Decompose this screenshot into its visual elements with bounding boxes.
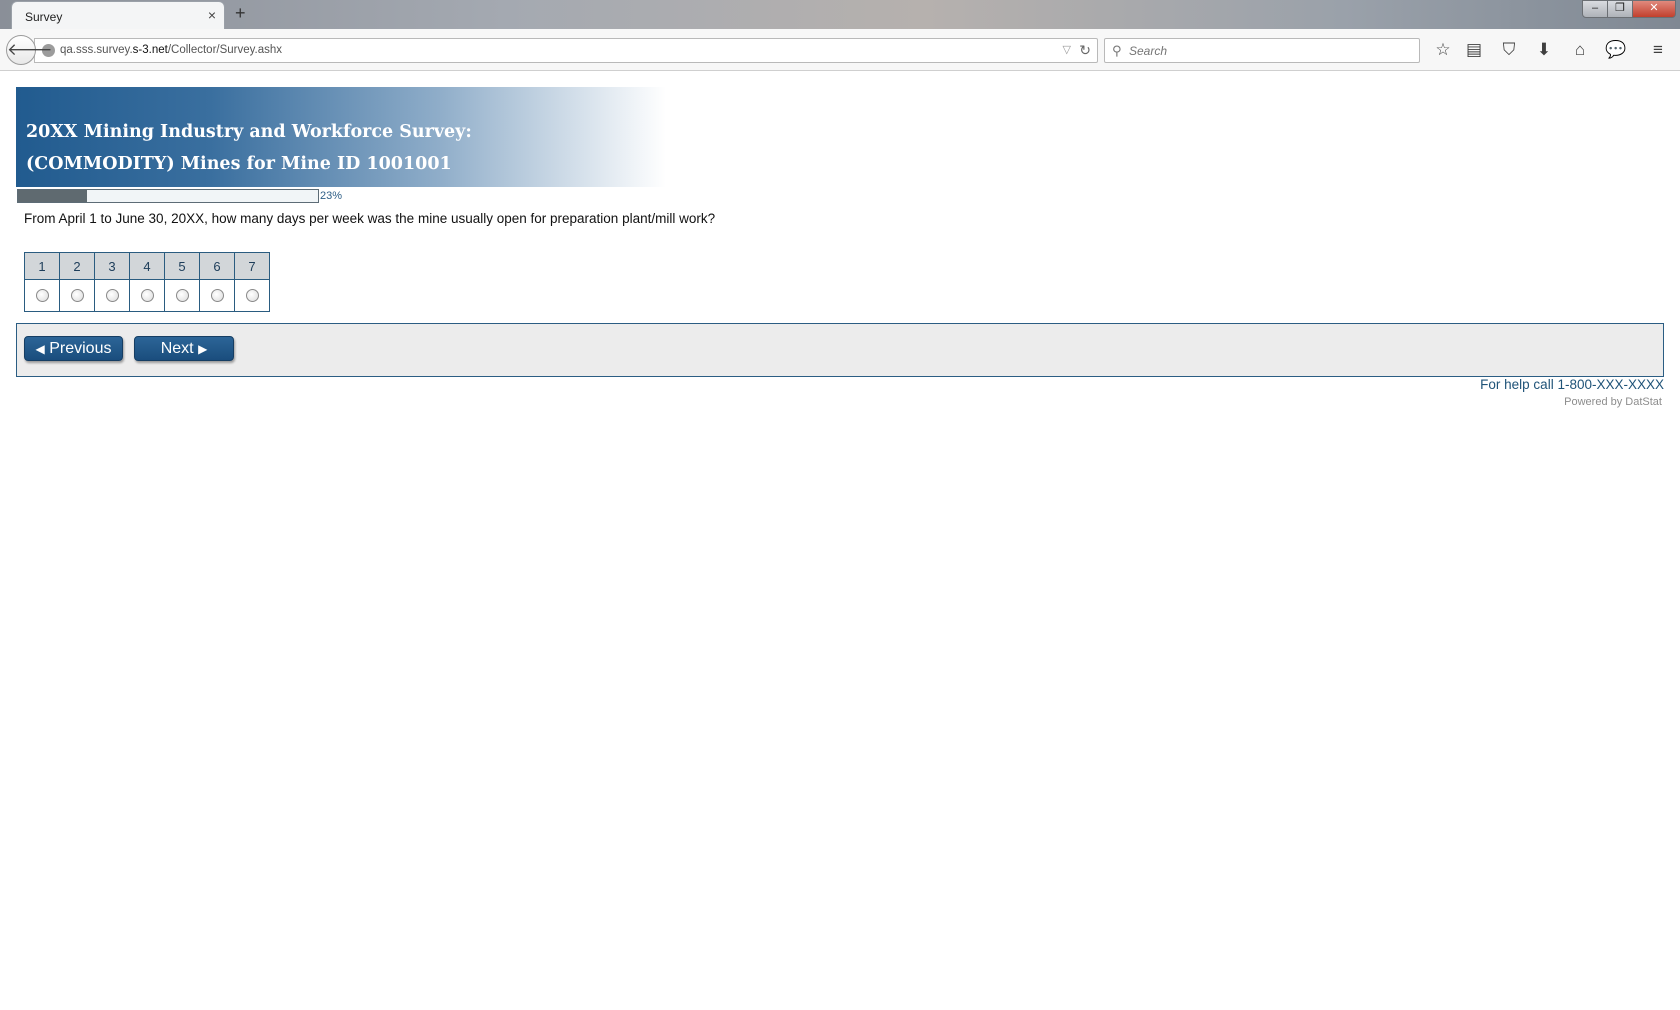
option-radio-3[interactable] <box>105 288 119 302</box>
powered-by-text: Powered by DatStat <box>1564 396 1662 408</box>
option-radio-1[interactable] <box>35 288 49 302</box>
url-text[interactable]: qa.sss.survey.s-3.net/Collector/Survey.a… <box>60 44 282 56</box>
progress-label: 23% <box>320 190 343 202</box>
answer-scale-table: 1234567 <box>24 252 270 312</box>
url-dropdown-icon[interactable]: ▽ <box>1063 43 1071 56</box>
url-bar[interactable]: qa.sss.survey.s-3.net/Collector/Survey.a… <box>34 38 1098 63</box>
search-icon: ⚲ <box>1112 43 1122 58</box>
browser-tab-bar: Survey × + ‒ ❐ ✕ <box>0 0 1680 29</box>
star-icon[interactable]: ☆ <box>1431 38 1455 62</box>
option-radio-4[interactable] <box>140 288 154 302</box>
right-arrow-icon: ▶ <box>198 342 208 356</box>
next-label: Next <box>160 340 194 357</box>
progress-bar <box>17 189 319 203</box>
scale-option-label: 6 <box>199 252 235 280</box>
browser-tab[interactable]: Survey × <box>11 1 225 29</box>
question-text: From April 1 to June 30, 20XX, how many … <box>24 211 716 226</box>
browser-nav-bar: qa.sss.survey.s-3.net/Collector/Survey.a… <box>0 29 1680 71</box>
scale-header-row: 1234567 <box>24 252 270 280</box>
next-button[interactable]: Next ▶ <box>134 336 234 361</box>
scale-option-cell <box>24 279 60 312</box>
scale-option-label: 2 <box>59 252 95 280</box>
scale-option-label: 3 <box>94 252 130 280</box>
scale-option-cell <box>129 279 165 312</box>
left-arrow-icon: ◀ <box>35 342 45 356</box>
tab-close-icon[interactable]: × <box>208 7 216 23</box>
pocket-icon[interactable]: ⛉ <box>1497 38 1521 62</box>
scale-option-label: 7 <box>234 252 270 280</box>
option-radio-2[interactable] <box>70 288 84 302</box>
download-icon[interactable]: ⬇ <box>1532 38 1556 62</box>
survey-title: 20XX Mining Industry and Workforce Surve… <box>26 122 472 142</box>
scale-option-label: 1 <box>24 252 60 280</box>
scale-option-cell <box>59 279 95 312</box>
option-radio-5[interactable] <box>175 288 189 302</box>
back-arrow-icon: 🡐 <box>7 40 53 59</box>
scale-option-cell <box>234 279 270 312</box>
restore-button[interactable]: ❐ <box>1607 0 1633 18</box>
progress-fill <box>18 190 87 202</box>
scale-option-cell <box>164 279 200 312</box>
survey-subtitle: (COMMODITY) Mines for Mine ID 1001001 <box>26 154 452 174</box>
previous-button[interactable]: ◀ Previous <box>24 336 123 361</box>
scale-radio-row <box>24 279 270 312</box>
home-icon[interactable]: ⌂ <box>1568 38 1592 62</box>
help-text: For help call 1-800-XXX-XXXX <box>1480 377 1664 392</box>
option-radio-6[interactable] <box>210 288 224 302</box>
previous-label: Previous <box>49 340 112 357</box>
option-radio-7[interactable] <box>245 288 259 302</box>
reload-icon[interactable]: ↻ <box>1079 42 1091 59</box>
close-window-button[interactable]: ✕ <box>1632 0 1676 18</box>
scale-option-cell <box>199 279 235 312</box>
scale-option-cell <box>94 279 130 312</box>
scale-option-label: 4 <box>129 252 165 280</box>
window-controls: ‒ ❐ ✕ <box>1582 0 1676 18</box>
new-tab-button[interactable]: + <box>235 3 246 24</box>
survey-banner: 20XX Mining Industry and Workforce Surve… <box>16 87 666 187</box>
search-bar[interactable]: ⚲ <box>1104 38 1420 63</box>
scale-option-label: 5 <box>164 252 200 280</box>
reading-list-icon[interactable]: ▤ <box>1462 38 1486 62</box>
tab-title: Survey <box>25 10 63 24</box>
minimize-button[interactable]: ‒ <box>1582 0 1608 18</box>
chat-icon[interactable]: 💬 <box>1604 38 1628 62</box>
menu-icon[interactable]: ≡ <box>1646 38 1670 62</box>
navigation-panel: ◀ Previous Next ▶ <box>16 323 1664 377</box>
search-input[interactable] <box>1129 42 1409 59</box>
back-button[interactable]: 🡐 <box>6 35 53 65</box>
